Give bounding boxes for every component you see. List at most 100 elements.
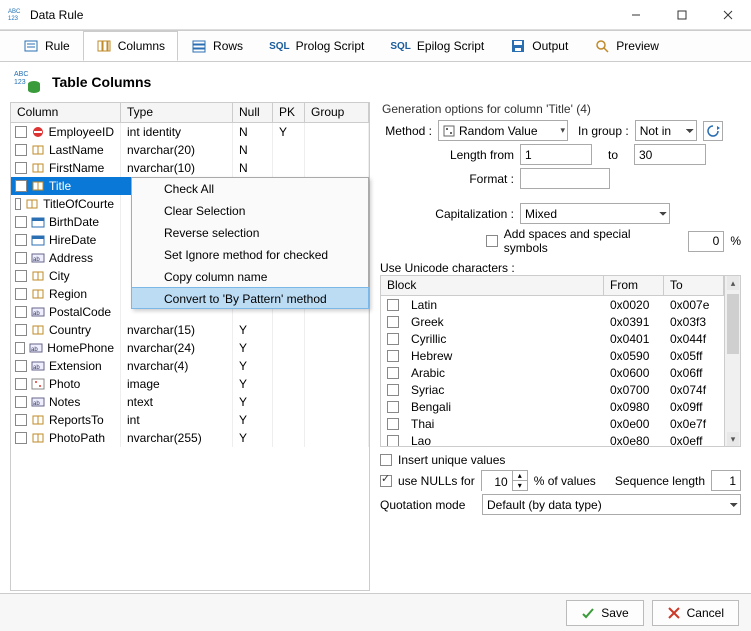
ingroup-select[interactable]: Not in	[635, 120, 697, 141]
col-header-null[interactable]: Null	[233, 103, 273, 122]
row-checkbox[interactable]	[15, 378, 27, 390]
unicode-row[interactable]: Arabic0x06000x06ff	[381, 364, 724, 381]
scroll-thumb[interactable]	[727, 294, 739, 354]
quot-select[interactable]: Default (by data type)	[482, 494, 741, 515]
save-button[interactable]: Save	[566, 600, 643, 626]
close-button[interactable]	[705, 0, 751, 30]
tab-epilog[interactable]: SQL Epilog Script	[377, 31, 497, 61]
tab-prolog[interactable]: SQL Prolog Script	[256, 31, 377, 61]
sql-badge: SQL	[390, 41, 411, 52]
row-checkbox[interactable]	[15, 126, 27, 138]
row-checkbox[interactable]	[15, 306, 27, 318]
unicode-checkbox[interactable]	[387, 384, 399, 396]
table-row[interactable]: abHomePhonenvarchar(24)Y	[11, 339, 369, 357]
length-to-input[interactable]	[634, 144, 706, 165]
unicode-row[interactable]: Cyrillic0x04010x044f	[381, 330, 724, 347]
row-checkbox[interactable]	[15, 234, 27, 246]
unicode-checkbox[interactable]	[387, 401, 399, 413]
row-checkbox[interactable]	[15, 360, 27, 372]
tab-rows[interactable]: Rows	[178, 31, 256, 61]
table-row[interactable]: PhotoimageY	[11, 375, 369, 393]
uni-header-block[interactable]: Block	[381, 276, 604, 295]
insert-unique-checkbox[interactable]	[380, 454, 392, 466]
use-nulls-checkbox[interactable]	[380, 475, 392, 487]
table-row[interactable]: LastNamenvarchar(20)N	[11, 141, 369, 159]
minimize-button[interactable]	[613, 0, 659, 30]
unicode-checkbox[interactable]	[387, 299, 399, 311]
generation-options-panel: Generation options for column 'Title' (4…	[380, 102, 741, 591]
cancel-button[interactable]: Cancel	[652, 600, 739, 626]
row-checkbox[interactable]	[15, 396, 27, 408]
col-header-pk[interactable]: PK	[273, 103, 305, 122]
row-checkbox[interactable]	[15, 414, 27, 426]
unicode-row[interactable]: Thai0x0e000x0e7f	[381, 415, 724, 432]
table-row[interactable]: abNotesntextY	[11, 393, 369, 411]
row-checkbox[interactable]	[15, 252, 27, 264]
row-checkbox[interactable]	[15, 216, 27, 228]
unicode-checkbox[interactable]	[387, 350, 399, 362]
table-row[interactable]: FirstNamenvarchar(10)N	[11, 159, 369, 177]
row-checkbox[interactable]	[15, 180, 27, 192]
spinner-up[interactable]: ▴	[513, 471, 527, 481]
unicode-block: Thai	[405, 417, 604, 431]
row-checkbox[interactable]	[15, 288, 27, 300]
row-checkbox[interactable]	[15, 432, 27, 444]
nulls-pct-input[interactable]	[482, 471, 512, 492]
unicode-row[interactable]: Lao0x0e800x0eff	[381, 432, 724, 446]
ctx-set-ignore[interactable]: Set Ignore method for checked	[132, 244, 368, 266]
tab-rule[interactable]: Rule	[10, 31, 83, 61]
scroll-down-icon[interactable]: ▾	[727, 432, 739, 446]
unicode-checkbox[interactable]	[387, 418, 399, 430]
format-input[interactable]	[520, 168, 610, 189]
uni-header-to[interactable]: To	[664, 276, 724, 295]
tab-preview[interactable]: Preview	[581, 31, 672, 61]
col-header-type[interactable]: Type	[121, 103, 233, 122]
spaces-checkbox[interactable]	[486, 235, 498, 247]
cap-select[interactable]: Mixed	[520, 203, 670, 224]
row-checkbox[interactable]	[15, 270, 27, 282]
row-checkbox[interactable]	[15, 162, 27, 174]
scroll-up-icon[interactable]: ▴	[727, 276, 739, 290]
unicode-checkbox[interactable]	[387, 435, 399, 447]
unicode-row[interactable]: Bengali0x09800x09ff	[381, 398, 724, 415]
dialog-footer: Save Cancel	[0, 593, 751, 631]
ctx-convert-by-pattern[interactable]: Convert to 'By Pattern' method	[131, 287, 369, 309]
unicode-row[interactable]: Syriac0x07000x074f	[381, 381, 724, 398]
ctx-reverse-selection[interactable]: Reverse selection	[132, 222, 368, 244]
unicode-checkbox[interactable]	[387, 367, 399, 379]
unicode-row[interactable]: Greek0x03910x03f3	[381, 313, 724, 330]
unicode-scrollbar[interactable]: ▴ ▾	[724, 276, 740, 446]
uni-header-from[interactable]: From	[604, 276, 664, 295]
method-select[interactable]: Random Value ▾	[438, 120, 568, 141]
row-checkbox[interactable]	[15, 144, 27, 156]
refresh-group-button[interactable]	[703, 121, 723, 141]
spaces-pct-input[interactable]	[688, 231, 724, 252]
col-header-column[interactable]: Column	[11, 103, 121, 122]
table-row[interactable]: EmployeeIDint identityNY	[11, 123, 369, 141]
row-checkbox[interactable]	[15, 342, 25, 354]
ctx-check-all[interactable]: Check All	[132, 178, 368, 200]
unicode-row[interactable]: Hebrew0x05900x05ff	[381, 347, 724, 364]
length-from-input[interactable]	[520, 144, 592, 165]
col-header-group[interactable]: Group	[305, 103, 369, 122]
column-name: LastName	[49, 141, 104, 159]
tab-output[interactable]: Output	[497, 31, 581, 61]
table-row[interactable]: PhotoPathnvarchar(255)Y	[11, 429, 369, 447]
tab-columns[interactable]: Columns	[83, 31, 178, 61]
spinner-down[interactable]: ▾	[513, 481, 527, 491]
img-icon	[31, 378, 45, 390]
column-name: PhotoPath	[49, 429, 105, 447]
maximize-button[interactable]	[659, 0, 705, 30]
ctx-copy-column-name[interactable]: Copy column name	[132, 266, 368, 288]
table-row[interactable]: ReportsTointY	[11, 411, 369, 429]
seq-input[interactable]	[711, 470, 741, 491]
unicode-checkbox[interactable]	[387, 316, 399, 328]
table-row[interactable]: abExtensionnvarchar(4)Y	[11, 357, 369, 375]
table-row[interactable]: Countrynvarchar(15)Y	[11, 321, 369, 339]
ctx-clear-selection[interactable]: Clear Selection	[132, 200, 368, 222]
row-checkbox[interactable]	[15, 198, 21, 210]
unicode-row[interactable]: Latin0x00200x007e	[381, 296, 724, 313]
column-name: TitleOfCourte	[43, 195, 114, 213]
unicode-checkbox[interactable]	[387, 333, 399, 345]
row-checkbox[interactable]	[15, 324, 27, 336]
